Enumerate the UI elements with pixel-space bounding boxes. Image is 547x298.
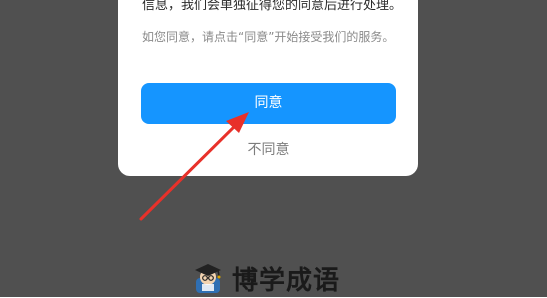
agree-button[interactable]: 同意 <box>141 83 396 124</box>
consent-dialog: 信息，我们会单独征得您的同意后进行处理。 如您同意，请点击“同意”开始接受我们的… <box>118 0 418 176</box>
brand-name: 博学成语 <box>232 265 341 296</box>
app-brand: 博学成语 <box>192 258 340 298</box>
disagree-button[interactable]: 不同意 <box>141 136 396 164</box>
scholar-mascot-icon <box>195 264 221 293</box>
consent-text-secondary: 如您同意，请点击“同意”开始接受我们的服务。 <box>142 30 395 44</box>
consent-text-primary: 信息，我们会单独征得您的同意后进行处理。 <box>142 0 403 13</box>
